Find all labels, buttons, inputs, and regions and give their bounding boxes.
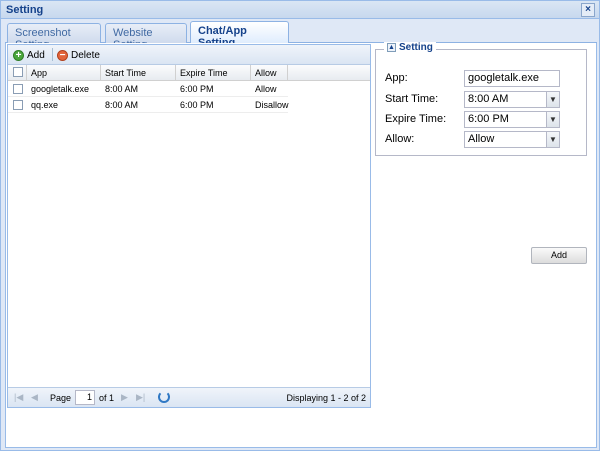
- allow-select[interactable]: Allow ▼: [464, 131, 560, 148]
- start-time-label: Start Time:: [385, 93, 439, 105]
- start-time-select[interactable]: 8:00 AM ▼: [464, 91, 560, 108]
- table-row[interactable]: googletalk.exe 8:00 AM 6:00 PM Allow: [8, 81, 288, 97]
- chevron-down-icon[interactable]: ▼: [546, 131, 560, 148]
- tab-content: + Add − Delete App Start Time Expire Tim…: [5, 42, 597, 448]
- minus-circle-icon: −: [57, 49, 68, 61]
- column-header-allow[interactable]: Allow: [251, 65, 288, 81]
- cell-allow: Disallow: [255, 100, 289, 110]
- cell-app: googletalk.exe: [31, 84, 90, 94]
- next-page-icon[interactable]: ▶: [121, 392, 128, 403]
- tab-screenshot-setting[interactable]: Screenshot Setting: [7, 23, 101, 51]
- delete-button-label: Delete: [71, 49, 100, 61]
- tab-website-setting[interactable]: Website Setting: [105, 23, 187, 51]
- start-time-value: 8:00 AM: [468, 93, 509, 105]
- page-number-input[interactable]: 1: [75, 390, 95, 405]
- close-icon[interactable]: ×: [581, 3, 595, 17]
- refresh-icon[interactable]: [158, 391, 170, 403]
- tab-chat-app-setting[interactable]: Chat/App Setting: [190, 21, 289, 49]
- cell-expire-time: 6:00 PM: [180, 100, 214, 110]
- add-button[interactable]: + Add: [13, 48, 45, 62]
- allow-label: Allow:: [385, 133, 415, 145]
- expire-time-value: 6:00 PM: [468, 113, 509, 125]
- column-header-app[interactable]: App: [27, 65, 101, 81]
- tab-strip: Screenshot Setting Website Setting Chat/…: [5, 21, 597, 51]
- paging-toolbar: |◀ ◀ Page 1 of 1 ▶ ▶| Displaying 1 - 2 o…: [8, 387, 370, 407]
- app-label: App:: [385, 72, 408, 84]
- fieldset-legend[interactable]: ▲ Setting: [384, 42, 436, 53]
- chevron-down-icon[interactable]: ▼: [546, 91, 560, 108]
- last-page-icon[interactable]: ▶|: [136, 392, 145, 403]
- cell-app: qq.exe: [31, 100, 59, 110]
- allow-value: Allow: [468, 133, 495, 145]
- setting-window: Setting × Screenshot Setting Website Set…: [0, 0, 600, 451]
- page-count-label: of 1: [99, 393, 115, 403]
- expire-time-label: Expire Time:: [385, 113, 447, 125]
- cell-start-time: 8:00 AM: [105, 84, 139, 94]
- column-header-start-time[interactable]: Start Time: [101, 65, 176, 81]
- fieldset-legend-label: Setting: [399, 42, 433, 53]
- plus-circle-icon: +: [13, 49, 24, 61]
- table-row[interactable]: qq.exe 8:00 AM 6:00 PM Disallow: [8, 97, 289, 113]
- cell-start-time: 8:00 AM: [105, 100, 139, 110]
- delete-button[interactable]: − Delete: [57, 48, 100, 62]
- setting-fieldset: ▲ Setting App: googletalk.exe Start Time…: [375, 42, 587, 156]
- grid-header: App Start Time Expire Time Allow: [8, 65, 370, 81]
- app-grid-panel: + Add − Delete App Start Time Expire Tim…: [7, 44, 371, 408]
- form-add-button[interactable]: Add: [531, 247, 587, 264]
- expire-time-select[interactable]: 6:00 PM ▼: [464, 111, 560, 128]
- collapse-toggle-icon[interactable]: ▲: [387, 43, 396, 52]
- cell-expire-time: 6:00 PM: [180, 84, 214, 94]
- cell-allow: Allow: [255, 84, 277, 94]
- toolbar-separator: [52, 48, 53, 61]
- chevron-down-icon[interactable]: ▼: [546, 111, 560, 128]
- row-checkbox[interactable]: [13, 84, 23, 94]
- add-button-label: Add: [27, 49, 45, 61]
- header-checkbox-cell: [8, 65, 27, 81]
- first-page-icon[interactable]: |◀: [14, 392, 23, 403]
- select-all-checkbox[interactable]: [13, 67, 23, 77]
- app-field[interactable]: googletalk.exe: [464, 70, 560, 87]
- prev-page-icon[interactable]: ◀: [31, 392, 38, 403]
- window-titlebar[interactable]: Setting ×: [1, 1, 599, 19]
- column-header-expire-time[interactable]: Expire Time: [176, 65, 251, 81]
- window-title: Setting: [6, 4, 44, 16]
- row-checkbox[interactable]: [13, 100, 23, 110]
- grid-toolbar: + Add − Delete: [8, 45, 370, 65]
- page-label: Page: [50, 393, 72, 403]
- displaying-status: Displaying 1 - 2 of 2: [286, 393, 366, 403]
